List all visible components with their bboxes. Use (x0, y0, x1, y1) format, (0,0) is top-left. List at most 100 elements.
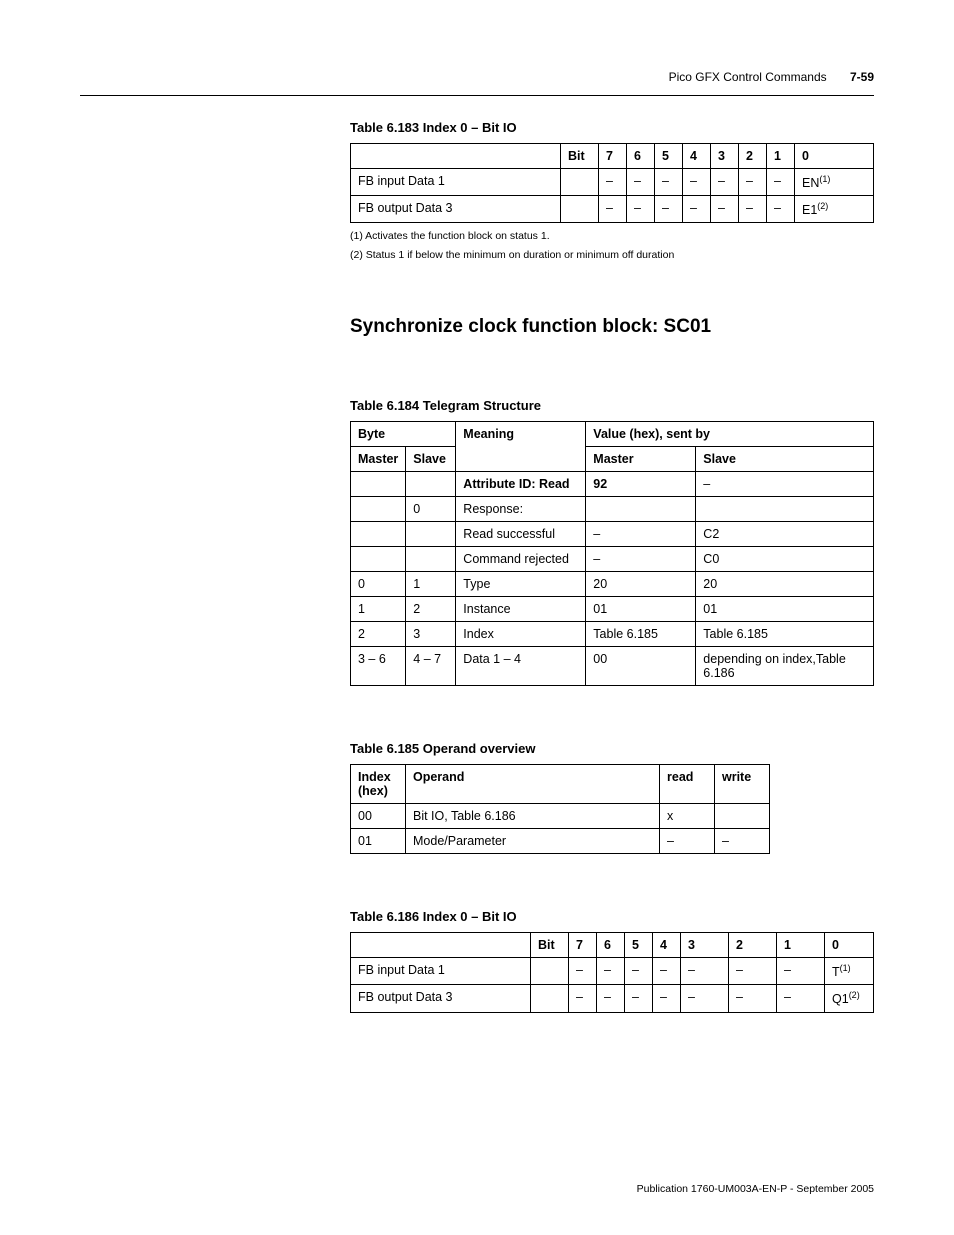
th-2: 2 (729, 933, 777, 958)
sup: (2) (849, 990, 860, 1000)
cell: – (597, 985, 625, 1012)
cell: 00 (351, 804, 406, 829)
cell-meaning: Type (456, 572, 586, 597)
cell: – (655, 169, 683, 196)
cell: 00 (586, 647, 696, 686)
cell: 3 – 6 (351, 647, 406, 686)
th-7: 7 (599, 144, 627, 169)
cell: – (655, 196, 683, 223)
th-7: 7 (569, 933, 597, 958)
cell: – (777, 985, 825, 1012)
cell-label: FB input Data 1 (351, 958, 531, 985)
cell-label: FB output Data 3 (351, 196, 561, 223)
cell: – (739, 169, 767, 196)
table-row: Read successful – C2 (351, 522, 874, 547)
th-slave: Slave (406, 447, 456, 472)
footnote-1: (1) Activates the function block on stat… (350, 230, 874, 242)
table-row: FB input Data 1 – – – – – – – EN(1) (351, 169, 874, 196)
cell: 01 (696, 597, 874, 622)
cell: Table 6.185 (696, 622, 874, 647)
cell (406, 522, 456, 547)
cell (351, 472, 406, 497)
table-row: 3 – 6 4 – 7 Data 1 – 4 00 depending on i… (351, 647, 874, 686)
cell: – (681, 985, 729, 1012)
table-186: Bit 7 6 5 4 3 2 1 0 FB input Data 1 – – … (350, 932, 874, 1012)
header-rule (80, 95, 874, 96)
table-row: Command rejected – C0 (351, 547, 874, 572)
cell-meaning: Response: (456, 497, 586, 522)
c0: EN (802, 176, 819, 190)
table-row: Attribute ID: Read 92 – (351, 472, 874, 497)
th-read: read (660, 765, 715, 804)
table-184: Byte Meaning Value (hex), sent by Master… (350, 421, 874, 686)
cell: 1 (351, 597, 406, 622)
th-6: 6 (627, 144, 655, 169)
cell: 20 (696, 572, 874, 597)
section-title: Synchronize clock function block: SC01 (350, 316, 874, 338)
th-6: 6 (597, 933, 625, 958)
cell: – (625, 958, 653, 985)
cell (531, 958, 569, 985)
table-row: 0 Response: (351, 497, 874, 522)
table-row: FB output Data 3 – – – – – – – E1(2) (351, 196, 874, 223)
footnote-2: (2) Status 1 if below the minimum on dur… (350, 249, 874, 261)
cell (561, 169, 599, 196)
th-4: 4 (653, 933, 681, 958)
cell: – (767, 196, 795, 223)
c0: Q1 (832, 993, 849, 1007)
table-caption-184: Table 6.184 Telegram Structure (350, 398, 874, 413)
cell: – (777, 958, 825, 985)
cell-meaning: Command rejected (456, 547, 586, 572)
th-1: 1 (767, 144, 795, 169)
cell: 2 (351, 622, 406, 647)
table-row: 1 2 Instance 01 01 (351, 597, 874, 622)
table-row: 2 3 Index Table 6.185 Table 6.185 (351, 622, 874, 647)
cell: 01 (351, 829, 406, 854)
th-3: 3 (681, 933, 729, 958)
table-row: FB input Data 1 – – – – – – – T(1) (351, 958, 874, 985)
cell: – (715, 829, 770, 854)
cell: – (739, 196, 767, 223)
cell: – (586, 547, 696, 572)
th-blank (351, 144, 561, 169)
table-row: 0 1 Type 20 20 (351, 572, 874, 597)
cell: – (729, 985, 777, 1012)
table-row: FB output Data 3 – – – – – – – Q1(2) (351, 985, 874, 1012)
publication-line: Publication 1760-UM003A-EN-P - September… (637, 1183, 874, 1195)
cell: C0 (696, 547, 874, 572)
cell: 2 (406, 597, 456, 622)
cell: – (729, 958, 777, 985)
cell (561, 196, 599, 223)
th-3: 3 (711, 144, 739, 169)
table-row: 01 Mode/Parameter – – (351, 829, 770, 854)
th-meaning: Meaning (456, 422, 586, 472)
cell (351, 547, 406, 572)
table-row: 00 Bit IO, Table 6.186 x (351, 804, 770, 829)
cell: – (627, 169, 655, 196)
cell: Bit IO, Table 6.186 (406, 804, 660, 829)
table-185: Index (hex) Operand read write 00 Bit IO… (350, 764, 770, 854)
cell: 0 (351, 572, 406, 597)
c0: E1 (802, 203, 817, 217)
cell-meaning: Instance (456, 597, 586, 622)
cell: 1 (406, 572, 456, 597)
table-caption-183: Table 6.183 Index 0 – Bit IO (350, 120, 874, 135)
cell: 3 (406, 622, 456, 647)
cell: – (767, 169, 795, 196)
cell (406, 472, 456, 497)
cell: – (653, 985, 681, 1012)
cell: depending on index,Table 6.186 (696, 647, 874, 686)
cell: – (569, 985, 597, 1012)
cell-meaning: Read successful (456, 522, 586, 547)
cell: Table 6.185 (586, 622, 696, 647)
cell: – (597, 958, 625, 985)
th-bit: Bit (531, 933, 569, 958)
cell: – (711, 169, 739, 196)
cell-t: T(1) (825, 958, 874, 985)
table-caption-186: Table 6.186 Index 0 – Bit IO (350, 909, 874, 924)
cell: Mode/Parameter (406, 829, 660, 854)
cell: – (586, 522, 696, 547)
sup: (1) (819, 174, 830, 184)
th-blank (351, 933, 531, 958)
th-1: 1 (777, 933, 825, 958)
